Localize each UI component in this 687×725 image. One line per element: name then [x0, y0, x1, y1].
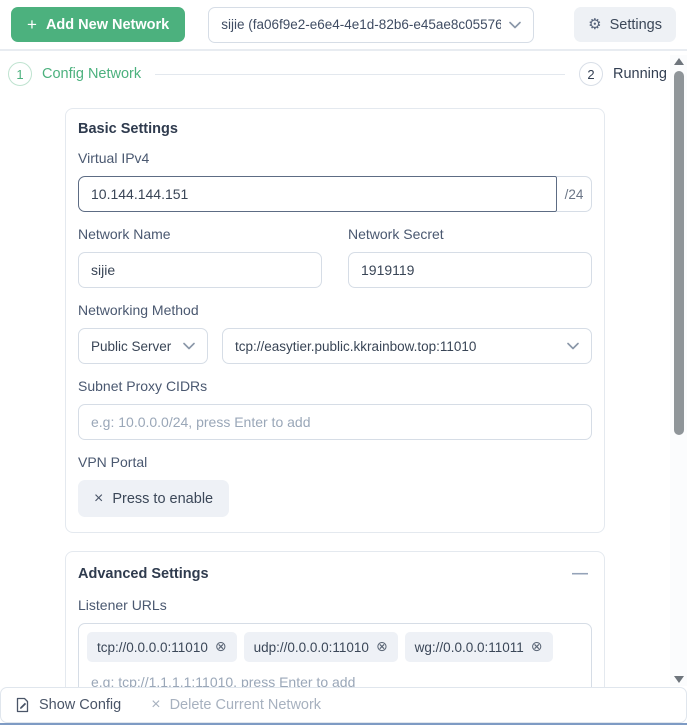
scroll-up-arrow-icon[interactable] [673, 58, 684, 65]
advanced-settings-title: Advanced Settings [78, 566, 209, 582]
gear-icon: ⚙ [588, 15, 602, 33]
bottom-toolbar: Show Config × Delete Current Network [0, 687, 687, 723]
network-secret-input[interactable] [348, 252, 592, 288]
listener-url-chip: wg://0.0.0.0:11011 ⊗ [404, 632, 553, 662]
listener-url-chip: tcp://0.0.0.0:11010 ⊗ [87, 632, 237, 662]
vpn-portal-enable-button[interactable]: × Press to enable [78, 480, 230, 517]
chip-label: udp://0.0.0.0:11010 [253, 639, 369, 655]
chevron-down-icon [509, 21, 522, 29]
delete-network-label: Delete Current Network [169, 697, 322, 713]
vpn-portal-button-label: Press to enable [112, 490, 214, 507]
add-new-network-label: Add New Network [45, 16, 170, 33]
network-select[interactable]: sijie (fa06f9e2-e6e4-4e1d-82b6-e45ae8c05… [208, 6, 535, 43]
public-server-value: tcp://easytier.public.kkrainbow.top:1101… [235, 338, 477, 354]
chip-label: wg://0.0.0.0:11011 [414, 639, 524, 655]
delete-current-network-button[interactable]: × Delete Current Network [151, 696, 322, 714]
settings-button[interactable]: ⚙ Settings [574, 7, 676, 42]
settings-label: Settings [609, 16, 662, 33]
file-edit-icon [15, 697, 30, 713]
x-icon: × [94, 489, 104, 507]
network-name-label: Network Name [78, 226, 171, 242]
add-new-network-button[interactable]: + Add New Network [11, 7, 186, 42]
step-2-label[interactable]: Running [613, 66, 667, 82]
show-config-button[interactable]: Show Config [15, 697, 121, 713]
listener-urls-label: Listener URLs [78, 597, 167, 613]
remove-chip-icon[interactable]: ⊗ [376, 640, 388, 654]
basic-settings-title: Basic Settings [78, 121, 178, 137]
chip-label: tcp://0.0.0.0:11010 [97, 639, 208, 655]
show-config-label: Show Config [39, 697, 122, 713]
collapse-section-button[interactable]: — [568, 564, 592, 584]
networking-method-label: Networking Method [78, 302, 199, 318]
stepper-divider [155, 73, 565, 75]
remove-chip-icon[interactable]: ⊗ [531, 640, 543, 654]
remove-chip-icon[interactable]: ⊗ [215, 640, 227, 654]
x-icon: × [151, 696, 161, 713]
virtual-ipv4-label: Virtual IPv4 [78, 150, 150, 166]
subnet-proxy-label: Subnet Proxy CIDRs [78, 378, 208, 394]
chevron-down-icon [567, 342, 579, 350]
scroll-down-arrow-icon[interactable] [673, 676, 684, 683]
basic-settings-card: Basic Settings Virtual IPv4 /24 Network … [65, 108, 605, 533]
step-2-circle[interactable]: 2 [578, 62, 603, 86]
step-1-label[interactable]: Config Network [42, 66, 141, 82]
scrollbar-thumb[interactable] [673, 71, 684, 435]
network-name-input[interactable] [78, 252, 322, 288]
vpn-portal-label: VPN Portal [78, 454, 148, 470]
public-server-select[interactable]: tcp://easytier.public.kkrainbow.top:1101… [222, 328, 592, 364]
step-1-circle[interactable]: 1 [8, 62, 32, 86]
plus-icon: + [27, 15, 37, 34]
vertical-scrollbar[interactable] [670, 55, 687, 686]
networking-method-value: Public Server [91, 338, 172, 354]
stepper: 1 Config Network 2 Running [0, 51, 687, 95]
virtual-ipv4-input[interactable] [78, 176, 557, 212]
subnet-proxy-input[interactable] [78, 404, 592, 440]
network-secret-label: Network Secret [348, 226, 444, 242]
config-form: Basic Settings Virtual IPv4 /24 Network … [0, 108, 670, 723]
ipv4-prefix-length-addon: /24 [557, 176, 592, 212]
network-select-value: sijie (fa06f9e2-e6e4-4e1d-82b6-e45ae8c05… [221, 17, 502, 32]
listener-url-chip: udp://0.0.0.0:11010 ⊗ [243, 632, 398, 662]
top-toolbar: + Add New Network sijie (fa06f9e2-e6e4-4… [0, 0, 687, 51]
networking-method-select[interactable]: Public Server [78, 328, 208, 364]
chevron-down-icon [183, 342, 195, 350]
virtual-ipv4-group: /24 [78, 176, 592, 212]
